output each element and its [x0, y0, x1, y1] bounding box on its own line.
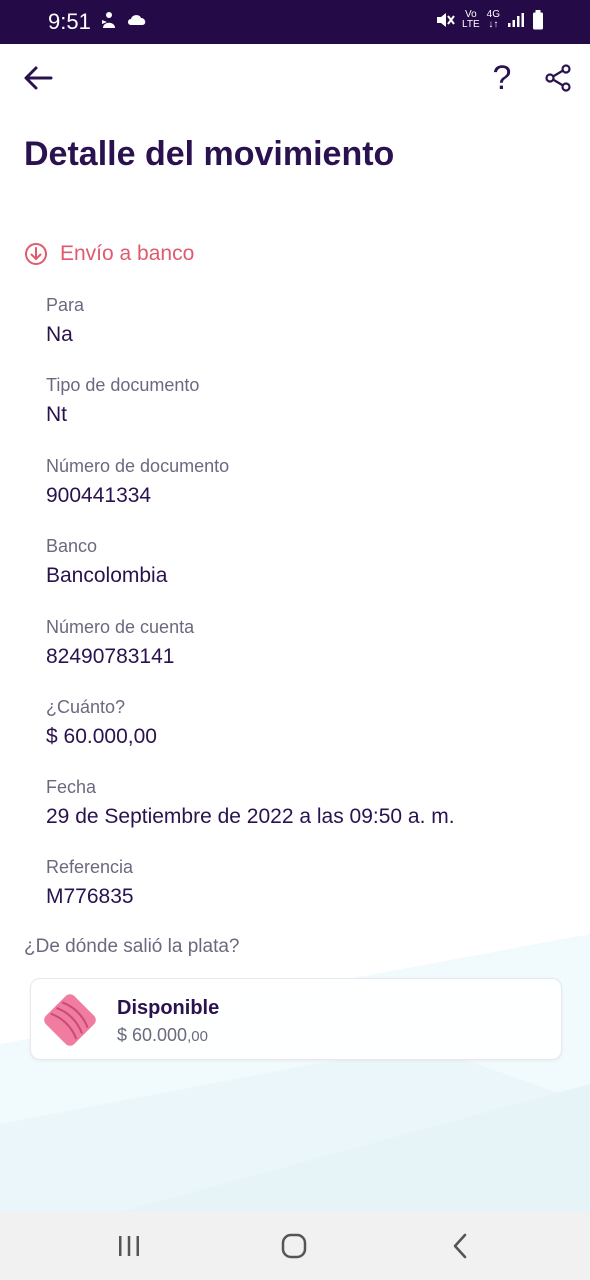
content-area: ? Detalle del movimiento Envío a banco P… — [0, 44, 590, 1212]
field-label: ¿Cuánto? — [46, 697, 126, 717]
system-nav-bar — [0, 1212, 590, 1280]
status-left-icons — [100, 10, 148, 30]
field-value: Na — [46, 323, 73, 346]
account-amount-main: $ 60.000 — [117, 1025, 188, 1045]
arrow-left-icon — [24, 66, 53, 90]
share-button[interactable] — [538, 58, 578, 98]
status-bar: 9:51 Vo LTE 4G ↓↑ — [0, 0, 590, 44]
field-label: Número de documento — [46, 456, 230, 476]
movement-type: Envío a banco — [24, 242, 194, 266]
movement-type-label: Envío a banco — [60, 242, 195, 265]
top-app-bar: ? — [0, 44, 590, 114]
arrow-down-circle-icon — [25, 243, 47, 265]
help-button[interactable]: ? — [484, 56, 520, 100]
field-banco: Banco Bancolombia — [46, 535, 167, 589]
system-back-button[interactable] — [440, 1226, 480, 1266]
field-tipo-documento: Tipo de documento Nt — [46, 374, 199, 428]
field-label: Para — [46, 295, 85, 315]
mute-icon — [437, 13, 455, 27]
status-time: 9:51 — [48, 9, 91, 34]
home-button[interactable] — [272, 1226, 316, 1266]
battery-icon — [533, 10, 543, 30]
person-notification-icon — [102, 12, 115, 28]
field-label: Fecha — [46, 777, 97, 797]
home-icon — [281, 1233, 307, 1259]
back-button[interactable] — [18, 58, 58, 98]
field-value: 82490783141 — [46, 645, 175, 668]
field-fecha: Fecha 29 de Septiembre de 2022 a las 09:… — [46, 776, 455, 830]
recent-apps-icon — [119, 1236, 139, 1256]
4g-icon: 4G ↓↑ — [486, 9, 500, 30]
field-label: Banco — [46, 536, 98, 556]
field-numero-documento: Número de documento 900441334 — [46, 455, 229, 509]
pink-wallet-icon — [44, 994, 96, 1046]
field-cuanto: ¿Cuánto? $ 60.000,00 — [46, 696, 157, 750]
recent-apps-button[interactable] — [108, 1226, 150, 1266]
field-numero-cuenta: Número de cuenta 82490783141 — [46, 616, 194, 670]
status-right-icons: Vo LTE 4G ↓↑ — [435, 10, 544, 30]
volte-bottom: LTE — [462, 19, 480, 30]
signal-icon — [508, 13, 524, 27]
page-title: Detalle del movimiento — [24, 135, 395, 173]
field-value: Bancolombia — [46, 564, 168, 587]
cloud-icon — [128, 15, 146, 25]
origin-question: ¿De dónde salió la plata? — [24, 936, 240, 957]
field-value: $ 60.000,00 — [46, 725, 157, 748]
source-account-card[interactable]: Disponible $ 60.000,00 — [30, 978, 562, 1060]
account-name: Disponible — [117, 997, 220, 1019]
field-label: Número de cuenta — [46, 617, 195, 637]
field-value: M776835 — [46, 885, 134, 908]
volte-icon: Vo LTE — [462, 10, 480, 30]
field-value: 29 de Septiembre de 2022 a las 09:50 a. … — [46, 805, 455, 828]
field-value: Nt — [46, 403, 67, 426]
field-para: Para Na — [46, 294, 84, 348]
field-label: Referencia — [46, 857, 134, 877]
field-value: 900441334 — [46, 484, 152, 507]
field-label: Tipo de documento — [46, 375, 200, 395]
field-referencia: Referencia M776835 — [46, 856, 134, 910]
share-icon — [545, 64, 571, 92]
account-amount: $ 60.000,00 — [117, 1025, 208, 1046]
account-amount-decimals: ,00 — [187, 1028, 208, 1045]
back-icon — [453, 1233, 467, 1259]
